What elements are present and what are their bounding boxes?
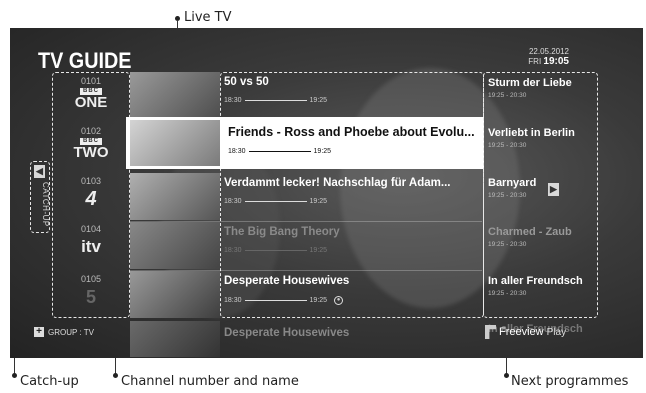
- programme-row[interactable]: 50 vs 50 18:30 19:25: [130, 72, 482, 120]
- next-programme-time: 19:25 - 20:30: [488, 142, 527, 149]
- start-time: 18:30: [224, 297, 242, 304]
- progress-bar: [244, 100, 307, 101]
- next-programme-time: 19:25 - 20:30: [488, 92, 527, 99]
- channel-name: 5: [85, 287, 96, 307]
- clock-time: 19:05: [543, 56, 569, 67]
- start-time: 18:30: [224, 247, 242, 254]
- programme-thumbnail: [130, 222, 220, 269]
- catch-up-annotation: Catch-up: [20, 374, 79, 389]
- channel-name: ONE: [74, 94, 108, 111]
- next-programme-title: Verliebt in Berlin: [488, 127, 575, 139]
- next-programme-title: Sturm der Liebe: [488, 77, 572, 89]
- programme-title: Desperate Housewives: [224, 327, 350, 339]
- date-time-display: 22.05.2012 FRI 19:05: [528, 47, 569, 67]
- programme-thumbnail: [130, 321, 220, 357]
- tv-guide-screen: TV GUIDE 22.05.2012 FRI 19:05 ◀ CATCH-UP…: [10, 28, 643, 358]
- channel-logo: 5: [55, 287, 127, 307]
- end-time: 19:25: [313, 148, 332, 155]
- group-selector[interactable]: + GROUP : TV: [34, 327, 94, 337]
- next-programme-time: 19:25 - 20:30: [488, 192, 527, 199]
- next-programme-title: Charmed - Zaub: [488, 226, 572, 238]
- channel-number: 0102: [80, 126, 102, 136]
- programme-title: Friends - Ross and Phoebe about Evolu...: [228, 125, 475, 139]
- channel-item[interactable]: 0104 itv: [55, 222, 127, 270]
- page-title: TV GUIDE: [38, 48, 132, 73]
- progress-bar: [244, 300, 307, 301]
- programme-row[interactable]: Desperate Housewives: [130, 321, 482, 357]
- catch-up-pointer-dot: [12, 373, 17, 378]
- channel-pointer-dot: [113, 373, 118, 378]
- channel-number: 0104: [80, 224, 102, 234]
- next-right-arrow-icon[interactable]: ▶: [548, 183, 559, 196]
- channel-name: itv: [81, 237, 101, 256]
- plus-icon: +: [34, 327, 44, 337]
- end-time: 19:25: [309, 97, 328, 104]
- freeview-logo: Freeview Play: [485, 325, 566, 339]
- programme-title: 50 vs 50: [224, 76, 269, 88]
- channel-item[interactable]: 0101 BBC ONE: [55, 74, 127, 122]
- next-programmes-pointer-dot: [504, 373, 509, 378]
- channel-logo: BBC TWO: [55, 138, 127, 160]
- programme-title: Desperate Housewives: [224, 275, 350, 287]
- channel-logo: itv: [55, 237, 127, 256]
- channel-number: 0103: [80, 176, 102, 186]
- end-time: 19:25: [309, 297, 328, 304]
- programme-row-selected[interactable]: Friends - Ross and Phoebe about Evolu...…: [126, 117, 484, 169]
- channel-name: TWO: [73, 144, 109, 161]
- next-programmes-annotation: Next programmes: [511, 374, 629, 389]
- next-programme-item[interactable]: Barnyard 19:25 - 20:30: [488, 174, 596, 222]
- next-programme-item[interactable]: In aller Freundsch 19:25 - 20:30: [488, 272, 596, 320]
- catch-up-label[interactable]: CATCH-UP: [41, 182, 50, 227]
- programme-row[interactable]: Desperate Housewives 18:30 19:25 ●: [130, 271, 482, 319]
- programme-thumbnail: [130, 271, 220, 318]
- next-programme-item[interactable]: Verliebt in Berlin 19:25 - 20:30: [488, 124, 596, 172]
- channel-logo: 4: [55, 189, 127, 209]
- channel-item[interactable]: 0105 5: [55, 272, 127, 320]
- day-text: FRI: [528, 57, 542, 66]
- group-label: GROUP : TV: [48, 327, 94, 337]
- start-time: 18:30: [224, 97, 242, 104]
- programme-row[interactable]: Verdammt lecker! Nachschlag für Adam... …: [130, 173, 482, 221]
- start-time: 18:30: [228, 148, 246, 155]
- programme-row[interactable]: The Big Bang Theory 18:30 19:25: [130, 222, 482, 270]
- next-programme-time: 19:25 - 20:30: [488, 290, 527, 297]
- programme-thumbnail: [130, 120, 220, 166]
- next-programme-title: In aller Freundsch: [488, 275, 583, 287]
- brand-suffix: Play: [546, 326, 567, 338]
- next-programme-item[interactable]: Sturm der Liebe 19:25 - 20:30: [488, 74, 596, 122]
- progress-bar: [244, 201, 307, 202]
- freeview-icon: [485, 325, 496, 339]
- progress-bar: [244, 250, 307, 251]
- end-time: 19:25: [309, 198, 328, 205]
- end-time: 19:25: [309, 247, 328, 254]
- programme-thumbnail: [130, 173, 220, 220]
- record-icon[interactable]: ●: [334, 296, 344, 305]
- live-tv-annotation: Live TV: [184, 10, 232, 25]
- channel-logo: BBC ONE: [55, 88, 127, 110]
- channel-item[interactable]: 0102 BBC TWO: [55, 124, 127, 172]
- catch-up-left-arrow-icon[interactable]: ◀: [34, 165, 45, 178]
- channel-number: 0105: [80, 274, 102, 284]
- programme-thumbnail: [130, 72, 220, 119]
- channel-name: 4: [85, 188, 97, 210]
- programme-title: Verdammt lecker! Nachschlag für Adam...: [224, 177, 451, 189]
- programme-title: The Big Bang Theory: [224, 226, 340, 238]
- next-programme-time: 19:25 - 20:30: [488, 241, 527, 248]
- progress-bar: [248, 151, 311, 152]
- brand-name: Freeview: [499, 326, 544, 338]
- channel-item[interactable]: 0103 4: [55, 174, 127, 222]
- start-time: 18:30: [224, 198, 242, 205]
- next-programme-title: Barnyard: [488, 177, 537, 189]
- channel-number: 0101: [80, 76, 102, 86]
- next-programme-item[interactable]: Charmed - Zaub 19:25 - 20:30: [488, 223, 596, 271]
- channel-number-annotation: Channel number and name: [121, 374, 299, 389]
